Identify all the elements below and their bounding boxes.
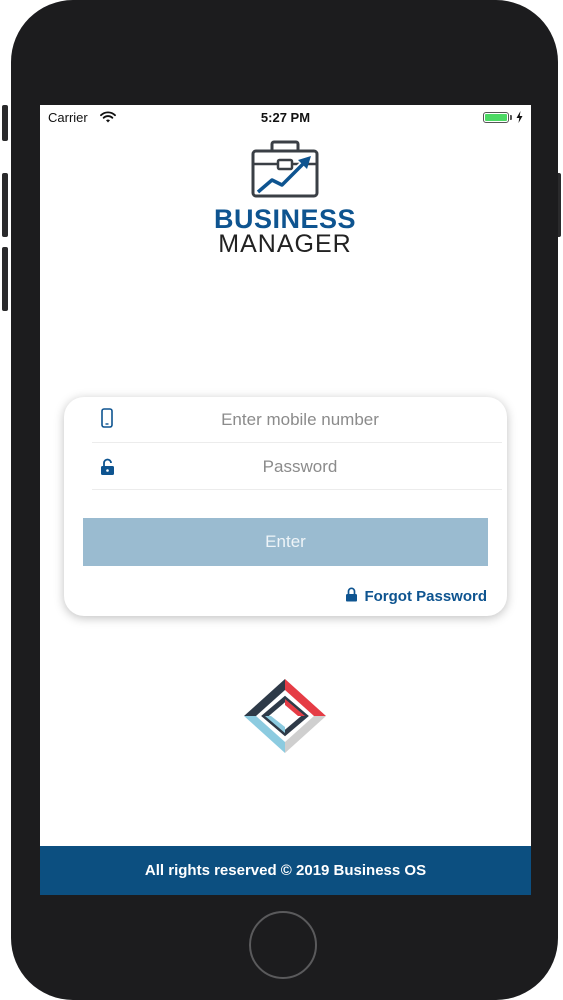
mute-switch <box>2 105 8 141</box>
home-button[interactable] <box>249 911 317 979</box>
battery-cap <box>510 115 512 120</box>
volume-up-button <box>2 173 8 237</box>
forgot-password-link[interactable]: Forgot Password <box>345 587 487 606</box>
status-bar: Carrier 5:27 PM <box>40 105 531 131</box>
charging-bolt-icon <box>516 111 523 126</box>
logo-word-manager: MANAGER <box>218 230 352 258</box>
volume-down-button <box>2 247 8 311</box>
password-field <box>92 444 502 490</box>
login-card: Enter Forgot Password <box>64 397 507 616</box>
footer-copyright: All rights reserved © 2019 Business OS <box>144 862 427 879</box>
device-frame: Carrier 5:27 PM BUSINESS MANAGER Enter m… <box>0 0 563 1000</box>
lock-icon <box>100 458 115 481</box>
app-logo: BUSINESS MANAGER <box>205 140 365 258</box>
forgot-password-label: Forgot Password <box>364 588 487 605</box>
battery-level <box>485 114 507 121</box>
lock-icon <box>345 587 358 606</box>
mobile-phone-icon <box>101 408 113 433</box>
enter-button[interactable]: Enter <box>83 518 488 566</box>
briefcase-growth-icon <box>251 140 319 198</box>
diamond-logo-icon <box>242 677 328 755</box>
app-screen: Carrier 5:27 PM BUSINESS MANAGER Enter m… <box>40 105 531 895</box>
status-time: 5:27 PM <box>260 110 311 125</box>
footer: All rights reserved © 2019 Business OS <box>40 846 531 895</box>
mobile-number-input[interactable] <box>122 405 478 435</box>
battery-icon <box>483 112 509 123</box>
mobile-number-field <box>92 397 502 443</box>
password-input[interactable] <box>122 452 478 482</box>
